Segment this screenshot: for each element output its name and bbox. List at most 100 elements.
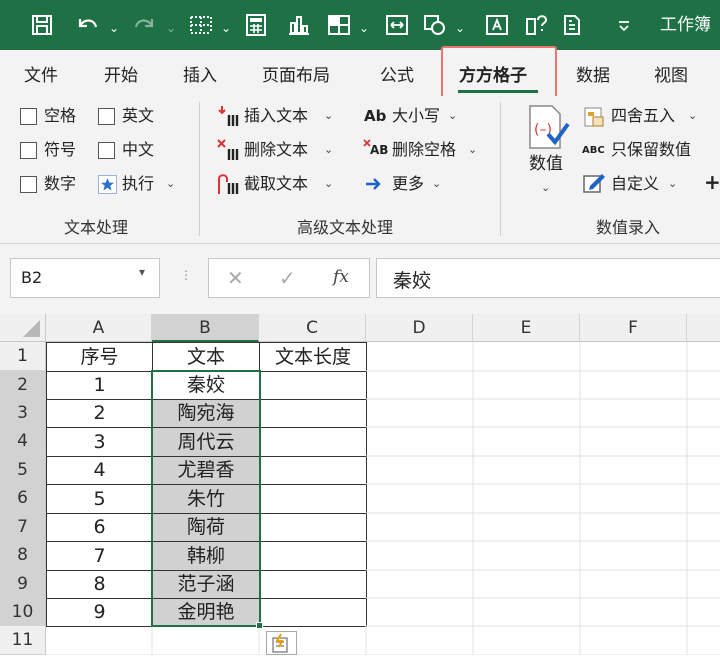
- delete-space-button[interactable]: 删除空格: [392, 140, 456, 160]
- row-header[interactable]: 10: [0, 598, 46, 626]
- tab-fangfang-gezi[interactable]: 方方格子: [459, 61, 527, 86]
- chinese-checkbox-label: 中文: [122, 140, 155, 159]
- arrow-right-icon[interactable]: [364, 176, 384, 192]
- table-icon[interactable]: [326, 9, 356, 41]
- chart-icon[interactable]: [286, 9, 316, 41]
- case-chevron-icon[interactable]: ⌄: [448, 106, 457, 126]
- extract-text-button[interactable]: 截取文本: [244, 174, 308, 194]
- shapes-dropdown-chevron-icon[interactable]: ⌄: [454, 9, 466, 41]
- cancel-icon[interactable]: ✕: [227, 266, 244, 290]
- delete-text-icon[interactable]: [216, 138, 240, 162]
- border-icon[interactable]: [188, 9, 218, 41]
- help-icon[interactable]: [524, 9, 554, 41]
- execute-button[interactable]: 执行: [122, 174, 154, 194]
- row-header[interactable]: 4: [0, 427, 46, 456]
- table-dropdown-chevron-icon[interactable]: ⌄: [358, 9, 370, 41]
- textbox-icon[interactable]: [484, 9, 514, 41]
- row-header[interactable]: 3: [0, 399, 46, 427]
- formula-value: 秦姣: [393, 270, 432, 292]
- column-header[interactable]: E: [473, 314, 580, 342]
- fill-handle[interactable]: [256, 622, 263, 629]
- column-header[interactable]: F: [580, 314, 687, 342]
- round-chevron-icon[interactable]: ⌄: [688, 106, 697, 126]
- customize-toolbar-icon[interactable]: [616, 9, 638, 41]
- column-header[interactable]: B: [152, 314, 259, 342]
- empty-gridlines: [46, 342, 720, 655]
- name-box[interactable]: B2 ▾: [10, 258, 160, 298]
- document-icon[interactable]: [560, 9, 590, 41]
- column-header[interactable]: A: [46, 314, 152, 342]
- column-header[interactable]: C: [259, 314, 366, 342]
- save-icon[interactable]: [30, 9, 58, 41]
- row-header[interactable]: 9: [0, 570, 46, 598]
- symbol-checkbox[interactable]: [20, 142, 37, 159]
- value-icon[interactable]: (–): [526, 104, 570, 152]
- undo-dropdown-chevron-icon[interactable]: ⌄: [108, 9, 120, 41]
- tab-home[interactable]: 开始: [104, 61, 138, 86]
- chinese-checkbox[interactable]: [98, 142, 115, 159]
- extract-text-icon[interactable]: [216, 172, 240, 196]
- number-checkbox[interactable]: [20, 176, 37, 193]
- delete-text-chevron-icon[interactable]: ⌄: [324, 140, 333, 160]
- insert-text-icon[interactable]: [216, 104, 240, 128]
- case-button[interactable]: 大小写: [392, 106, 440, 126]
- document-title: 工作簿: [660, 15, 711, 35]
- border-dropdown-chevron-icon[interactable]: ⌄: [220, 9, 232, 41]
- more-button[interactable]: 更多: [392, 174, 424, 194]
- row-header[interactable]: 7: [0, 513, 46, 541]
- name-box-dropdown-icon[interactable]: ▾: [139, 265, 145, 279]
- row-header[interactable]: 8: [0, 541, 46, 570]
- space-checkbox[interactable]: [20, 108, 37, 125]
- quick-analysis-icon[interactable]: [266, 631, 297, 655]
- keep-numbers-button[interactable]: 只保留数值: [611, 140, 691, 160]
- value-button[interactable]: 数值: [529, 154, 563, 174]
- add-icon[interactable]: +: [704, 172, 720, 192]
- group-label-advanced-text: 高级文本处理: [297, 218, 394, 237]
- execute-chevron-icon[interactable]: ⌄: [166, 174, 175, 194]
- group-separator: [500, 102, 501, 236]
- execute-star-icon[interactable]: [98, 175, 117, 194]
- formula-input[interactable]: 秦姣: [376, 258, 720, 298]
- formula-bar-splitter-icon[interactable]: ⋮: [180, 268, 192, 282]
- shapes-icon[interactable]: [422, 9, 452, 41]
- page-fit-icon[interactable]: [384, 9, 414, 41]
- value-chevron-icon[interactable]: ⌄: [541, 178, 550, 198]
- number-checkbox-label: 数字: [44, 174, 77, 193]
- tab-file[interactable]: 文件: [24, 61, 58, 86]
- insert-text-button[interactable]: 插入文本: [244, 106, 308, 126]
- tab-view[interactable]: 视图: [654, 61, 688, 86]
- select-all-corner[interactable]: [0, 314, 46, 342]
- extract-text-chevron-icon[interactable]: ⌄: [324, 174, 333, 194]
- more-chevron-icon[interactable]: ⌄: [432, 174, 441, 194]
- confirm-icon[interactable]: ✓: [279, 266, 296, 290]
- english-checkbox-label: 英文: [122, 106, 155, 125]
- tab-insert[interactable]: 插入: [183, 61, 217, 86]
- round-icon[interactable]: [583, 106, 607, 128]
- row-header[interactable]: 2: [0, 371, 46, 399]
- delete-text-button[interactable]: 删除文本: [244, 140, 308, 160]
- english-checkbox[interactable]: [98, 108, 115, 125]
- tab-data[interactable]: 数据: [576, 61, 610, 86]
- row-header[interactable]: 1: [0, 342, 46, 371]
- insert-text-chevron-icon[interactable]: ⌄: [324, 106, 333, 126]
- insert-function-icon[interactable]: fx: [333, 267, 349, 287]
- custom-button[interactable]: 自定义: [611, 174, 659, 194]
- tab-formulas[interactable]: 公式: [380, 61, 414, 86]
- custom-edit-icon[interactable]: [582, 172, 606, 194]
- case-icon[interactable]: Ab: [364, 106, 386, 126]
- name-box-value: B2: [21, 268, 43, 287]
- undo-icon[interactable]: [74, 9, 104, 41]
- column-header-partial[interactable]: [687, 314, 720, 342]
- round-button[interactable]: 四舍五入: [611, 106, 675, 126]
- row-header[interactable]: 6: [0, 484, 46, 513]
- column-header[interactable]: D: [366, 314, 473, 342]
- row-header[interactable]: 5: [0, 456, 46, 484]
- calculator-icon[interactable]: [244, 9, 274, 41]
- keep-numbers-icon[interactable]: ABC: [582, 143, 608, 159]
- delete-space-icon[interactable]: AB: [362, 138, 390, 160]
- delete-space-chevron-icon[interactable]: ⌄: [468, 140, 477, 160]
- row-header[interactable]: 11: [0, 626, 46, 655]
- tab-page-layout[interactable]: 页面布局: [262, 61, 330, 86]
- custom-chevron-icon[interactable]: ⌄: [668, 174, 677, 194]
- redo-icon: [132, 9, 162, 41]
